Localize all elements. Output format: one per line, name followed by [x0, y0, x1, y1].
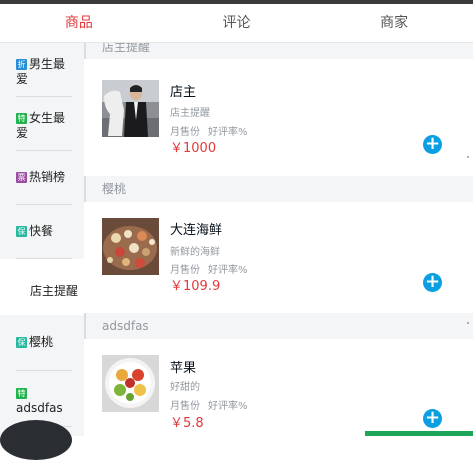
- sidebar-item-label: 快餐: [29, 224, 54, 238]
- food-price: ￥1000: [170, 141, 217, 156]
- sidebar-item-hot[interactable]: 票热销榜: [16, 151, 72, 205]
- add-to-cart-icon[interactable]: +: [423, 135, 442, 154]
- food-description: 店主提醒: [170, 108, 210, 119]
- food-item[interactable]: 大连海鲜 新鲜的海鲜 月售份 好评率% ￥109.9 +: [84, 202, 473, 313]
- special-badge-icon: 特: [16, 112, 27, 124]
- sidebar-item-women[interactable]: 特女生最爱: [16, 97, 72, 151]
- food-name: 店主: [170, 85, 197, 100]
- tab-seller[interactable]: 商家: [315, 4, 473, 42]
- guarantee-badge-icon: 保: [16, 226, 27, 237]
- rating: 好评率%: [208, 401, 248, 412]
- monthly-sales: 月售份: [170, 401, 200, 412]
- sidebar-item-label: 热销榜: [29, 170, 66, 184]
- tab-ratings[interactable]: 评论: [158, 4, 316, 42]
- sidebar-item-label: adsdfas: [16, 400, 63, 415]
- edge-marker: [467, 156, 469, 158]
- food-image: [102, 218, 159, 275]
- tab-bar: 商品 评论 商家: [0, 4, 473, 43]
- fruit-plate-photo-icon: [102, 355, 159, 412]
- sidebar-item-men[interactable]: 折男生最爱: [16, 43, 72, 97]
- food-name: 苹果: [170, 361, 197, 376]
- discount-badge-icon: 折: [16, 58, 27, 70]
- sidebar-item-adsdfas[interactable]: 特 adsdfas: [16, 371, 72, 427]
- add-to-cart-icon[interactable]: +: [423, 273, 442, 292]
- person-with-horse-photo-icon: [102, 80, 159, 137]
- sidebar-item-fastfood[interactable]: 保快餐: [16, 205, 72, 259]
- food-stats: 月售份 好评率%: [170, 261, 256, 276]
- guarantee-badge-icon: 保: [16, 337, 27, 348]
- section-title: 樱桃: [84, 176, 473, 202]
- tab-goods[interactable]: 商品: [0, 4, 158, 42]
- food-price: ￥5.8: [170, 416, 204, 431]
- menu-sidebar: 折男生最爱 特女生最爱 票热销榜 保快餐 店主提醒 保樱桃 特 adsdfas: [0, 43, 84, 436]
- checkout-bar[interactable]: [365, 431, 473, 436]
- ticket-badge-icon: 票: [16, 172, 27, 183]
- sidebar-item-cherry[interactable]: 保樱桃: [16, 315, 72, 371]
- section-title: adsdfas: [84, 313, 473, 339]
- food-stats: 月售份 好评率%: [170, 123, 256, 138]
- food-description: 好甜的: [170, 382, 200, 393]
- food-item[interactable]: 店主 店主提醒 月售份 好评率% ￥1000 +: [84, 59, 473, 176]
- food-description: 新鲜的海鲜: [170, 247, 220, 258]
- section-title: 店主提醒: [84, 43, 473, 59]
- food-image: [102, 80, 159, 137]
- sidebar-item-owner-notice[interactable]: 店主提醒: [0, 259, 84, 315]
- sidebar-item-label: 樱桃: [29, 335, 54, 349]
- food-image: [102, 355, 159, 412]
- special-badge-icon: 特: [16, 387, 27, 399]
- edge-marker: [467, 322, 469, 324]
- add-to-cart-icon[interactable]: +: [423, 409, 442, 428]
- food-name: 大连海鲜: [170, 223, 223, 238]
- food-item[interactable]: 苹果 好甜的 月售份 好评率% ￥5.8 +: [84, 339, 473, 436]
- shopping-cart-button[interactable]: [0, 420, 72, 460]
- sidebar-item-label: 店主提醒: [30, 283, 79, 298]
- seafood-platter-photo-icon: [102, 218, 159, 275]
- food-price: ￥109.9: [170, 279, 221, 294]
- food-stats: 月售份 好评率%: [170, 397, 256, 412]
- food-list: 店主提醒 店主 店主提醒 月售份 好评率% ￥1000 + 樱桃 大连海鲜 新鲜…: [84, 43, 473, 436]
